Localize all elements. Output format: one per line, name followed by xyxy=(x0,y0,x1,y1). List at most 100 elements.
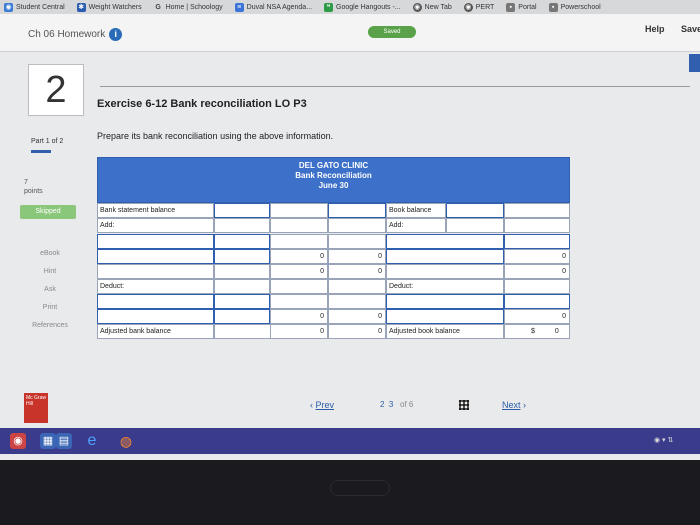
student-central-icon: ◉ xyxy=(4,2,13,12)
pert-icon: ◉ xyxy=(463,2,473,12)
next-button[interactable]: Next › xyxy=(502,400,526,410)
homework-header: Ch 06 Homework i xyxy=(0,14,700,52)
company-name: DEL GATO CLINIC xyxy=(298,161,369,170)
divider xyxy=(100,86,690,87)
bookmark-duval-nsa[interactable]: ≡ Duval NSA Agenda... xyxy=(234,2,312,12)
page-total: of 6 xyxy=(400,400,414,409)
bank-add-amount-input-2[interactable] xyxy=(214,249,270,264)
side-panel-tab[interactable] xyxy=(689,54,700,72)
bank-subtotal-spacer xyxy=(97,264,214,279)
docs-icon: ≡ xyxy=(234,2,244,12)
bookmark-student-central[interactable]: ◉ Student Central xyxy=(4,2,65,12)
bank-deduct-label: Deduct: xyxy=(97,279,214,294)
bank-deduct-amount-input-1[interactable] xyxy=(214,294,270,309)
instructions: Prepare its bank reconciliation using th… xyxy=(97,131,334,141)
part-progress-bar xyxy=(31,150,51,153)
book-add-item-input-1[interactable] xyxy=(386,234,504,249)
bank-add-total: 0 xyxy=(270,249,328,264)
adjusted-bank-value: 0 xyxy=(270,324,328,339)
table-title: Bank Reconciliation xyxy=(295,171,372,180)
help-button[interactable]: Help xyxy=(645,24,665,34)
chrome-app-icon[interactable]: ◉ xyxy=(10,433,26,449)
firefox-icon[interactable]: ◍ xyxy=(118,433,134,449)
book-add-item-input-2[interactable] xyxy=(386,249,504,264)
bookmarks-bar: ◉ Student Central ✱ Weight Watchers G Home … xyxy=(0,0,700,14)
internet-explorer-icon[interactable]: e xyxy=(84,433,100,449)
info-icon[interactable]: i xyxy=(109,28,123,41)
bank-deduct-col-spacer xyxy=(270,294,328,309)
bookmark-hangouts[interactable]: ❝ Google Hangouts -... xyxy=(324,2,401,12)
bookmark-pert[interactable]: ◉ PERT xyxy=(463,2,494,12)
ebook-link[interactable]: eBook xyxy=(20,245,80,263)
table-date: June 30 xyxy=(318,181,349,190)
hint-link[interactable]: Hint xyxy=(20,263,80,281)
book-deduct-total: 0 xyxy=(504,309,570,324)
bank-deduct-spacer-2 xyxy=(270,279,328,294)
bank-deduct-amount-input-2[interactable] xyxy=(214,309,270,324)
weight-watchers-icon: ✱ xyxy=(76,2,86,12)
bank-reconciliation-table: DEL GATO CLINIC Bank Reconciliation June… xyxy=(97,157,570,339)
bank-subtotal: 0 xyxy=(270,264,328,279)
book-add-amount-input-1[interactable] xyxy=(504,234,570,249)
question-number: 2 xyxy=(28,64,84,116)
bookmark-portal[interactable]: ▪ Portal xyxy=(506,2,537,12)
calendar-app-icon[interactable]: ▦ xyxy=(40,433,56,449)
ask-link[interactable]: Ask xyxy=(20,281,80,299)
page-indicator: 2 3 of 6 xyxy=(380,400,413,409)
mcgraw-hill-logo: Mc Graw Hill xyxy=(24,393,48,423)
adjusted-bank-label: Adjusted bank balance xyxy=(97,324,214,339)
bookmark-powerschool[interactable]: ▪ Powerschool xyxy=(548,2,601,12)
bank-add-spacer-2 xyxy=(270,218,328,233)
grid-icon[interactable] xyxy=(459,400,469,410)
bank-deduct-total: 0 xyxy=(270,309,328,324)
monitor-logo xyxy=(330,480,390,496)
book-subtotal: 0 xyxy=(504,264,570,279)
book-add-total: 0 xyxy=(504,249,570,264)
print-link[interactable]: Print xyxy=(20,299,80,317)
system-tray[interactable]: ◉ ▾ ⇅ xyxy=(654,436,673,444)
prev-button[interactable]: ‹ Prev xyxy=(310,400,334,410)
book-deduct-item-input-2[interactable] xyxy=(386,309,504,324)
book-balance-col xyxy=(504,203,570,218)
book-balance-input[interactable] xyxy=(446,203,504,218)
references-link[interactable]: References xyxy=(20,317,80,335)
adjusted-book-row: $0 xyxy=(504,324,570,339)
table-header: DEL GATO CLINIC Bank Reconciliation June… xyxy=(97,157,570,203)
book-balance-label: Book balance xyxy=(386,203,446,218)
bookmark-weight-watchers[interactable]: ✱ Weight Watchers xyxy=(76,2,142,12)
page-next[interactable]: 3 xyxy=(389,400,393,409)
book-deduct-item-input-1[interactable] xyxy=(386,294,504,309)
portal-icon: ▪ xyxy=(506,2,516,12)
book-deduct-spacer xyxy=(504,279,570,294)
taskbar xyxy=(0,428,700,454)
side-links: eBook Hint Ask Print References xyxy=(20,245,80,335)
bank-deduct-item-input-1[interactable] xyxy=(97,294,214,309)
adjusted-book-value: 0 xyxy=(554,328,559,335)
powerschool-icon: ▪ xyxy=(548,2,558,12)
bank-side-zero-3: 0 xyxy=(328,309,386,324)
part-indicator: Part 1 of 2 xyxy=(31,138,64,145)
bank-add-item-input-2[interactable] xyxy=(97,249,214,264)
book-add-left-col xyxy=(328,234,386,249)
screen: ◉ Student Central ✱ Weight Watchers G Home … xyxy=(0,0,700,460)
save-button[interactable]: Save xyxy=(681,24,700,34)
bank-balance-input[interactable] xyxy=(214,203,270,218)
hangouts-icon: ❝ xyxy=(324,2,334,12)
bank-add-spacer xyxy=(214,218,270,233)
book-deduct-label: Deduct: xyxy=(386,279,504,294)
book-deduct-amount-input-1[interactable] xyxy=(504,294,570,309)
book-subtotal-spacer xyxy=(386,264,504,279)
files-app-icon[interactable]: ▤ xyxy=(56,433,72,449)
adjusted-book-currency: $ xyxy=(531,328,535,335)
bank-add-item-input-1[interactable] xyxy=(97,234,214,249)
page-current[interactable]: 2 xyxy=(380,400,384,409)
bookmark-schoology[interactable]: G Home | Schoology xyxy=(154,3,222,12)
bank-deduct-item-input-2[interactable] xyxy=(97,309,214,324)
book-deduct-left-col xyxy=(328,279,386,294)
bank-side-zero-2: 0 xyxy=(328,264,386,279)
bank-add-label: Add: xyxy=(97,218,214,233)
bank-add-amount-input-1[interactable] xyxy=(214,234,270,249)
homework-title[interactable]: Ch 06 Homework i xyxy=(28,28,123,41)
bookmark-new-tab[interactable]: ◉ New Tab xyxy=(412,2,452,12)
new-tab-icon: ◉ xyxy=(412,2,422,12)
